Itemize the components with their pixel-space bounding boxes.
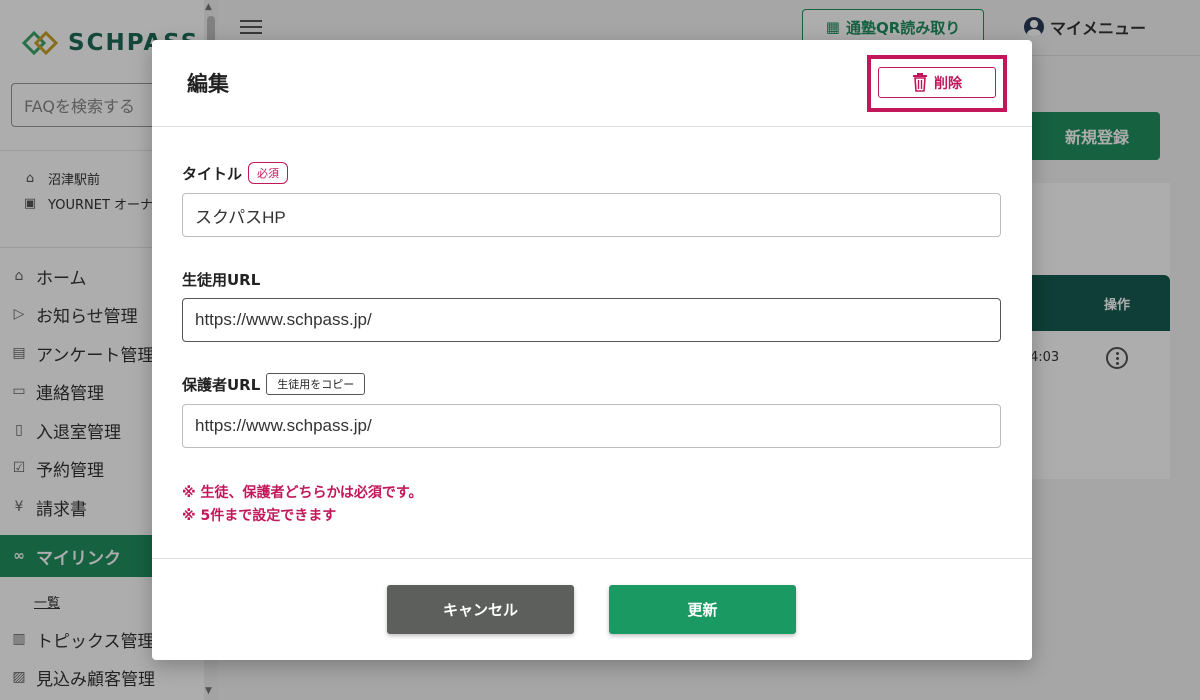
guardian-url-label: 保護者URL 生徒用をコピー bbox=[182, 373, 366, 395]
edit-dialog: 編集 削除 タイトル 必須 スクパスHP 生徒用URL https://www.… bbox=[152, 40, 1032, 660]
student-url-label-text: 生徒用URL bbox=[182, 271, 261, 289]
delete-button[interactable]: 削除 bbox=[878, 67, 996, 98]
guardian-url-input[interactable]: https://www.schpass.jp/ bbox=[182, 404, 1001, 448]
cancel-button[interactable]: キャンセル bbox=[387, 585, 574, 634]
note-line: ※ 5件まで設定できます bbox=[182, 508, 337, 524]
copy-student-url-button[interactable]: 生徒用をコピー bbox=[266, 373, 366, 395]
note-line: ※ 生徒、保護者どちらかは必須です。 bbox=[182, 485, 423, 501]
dialog-title: 編集 bbox=[187, 72, 229, 96]
dialog-header: 編集 削除 bbox=[152, 40, 1032, 127]
delete-label: 削除 bbox=[934, 75, 962, 92]
student-url-input[interactable]: https://www.schpass.jp/ bbox=[182, 298, 1001, 342]
trash-icon bbox=[913, 73, 927, 92]
student-url-label: 生徒用URL bbox=[182, 269, 260, 290]
dialog-footer-divider bbox=[152, 558, 1032, 559]
guardian-url-label-text: 保護者URL bbox=[182, 375, 261, 394]
required-badge: 必須 bbox=[248, 162, 289, 184]
title-input[interactable]: スクパスHP bbox=[182, 193, 1001, 237]
validation-notes: ※ 生徒、保護者どちらかは必須です。 ※ 5件まで設定できます bbox=[182, 482, 423, 528]
update-button[interactable]: 更新 bbox=[609, 585, 796, 634]
title-field-label: タイトル 必須 bbox=[182, 162, 289, 184]
title-label-text: タイトル bbox=[182, 164, 243, 183]
